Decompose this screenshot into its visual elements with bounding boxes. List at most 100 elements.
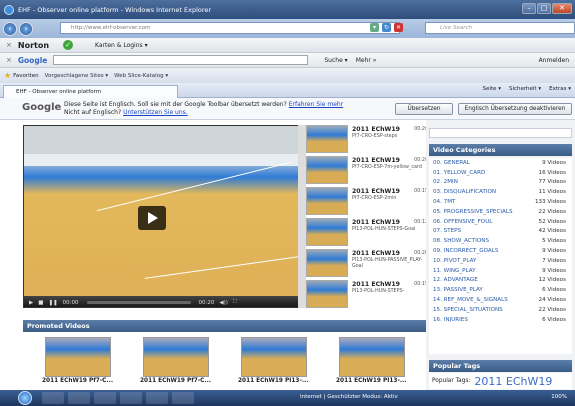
zoom-level[interactable]: 100% (551, 394, 567, 400)
minimize-button[interactable]: – (522, 3, 536, 14)
favorites-button[interactable]: Favoriten (13, 73, 38, 79)
star-icon[interactable]: ★ (4, 71, 11, 80)
category-item[interactable]: 16. INJURIES 6 Videos (429, 315, 572, 325)
taskbar-app[interactable] (146, 392, 168, 404)
category-name[interactable]: 04. 7MT (433, 199, 455, 205)
close-button[interactable]: ✕ (552, 3, 572, 14)
google-more-button[interactable]: Mehr » (356, 57, 377, 64)
refresh-icon[interactable]: ↻ (382, 23, 391, 32)
promoted-video[interactable]: 2011 EChW19 Pf7-C... (140, 337, 212, 384)
taskbar-app[interactable] (120, 392, 142, 404)
list-item[interactable]: 2011 EChW19 00:20 Pf7-CRO-ESP-7m-yellow_… (306, 156, 434, 186)
video-thumbnail[interactable] (339, 337, 405, 377)
taskbar-app[interactable] (172, 392, 194, 404)
category-name[interactable]: 11. WING_PLAY (433, 268, 476, 274)
category-name[interactable]: 00. GENERAL (433, 160, 470, 166)
stop-icon[interactable]: ✕ (394, 23, 403, 32)
taskbar-app[interactable] (94, 392, 116, 404)
category-name[interactable]: 13. PASSIVE_PLAY (433, 287, 483, 293)
category-name[interactable]: 06. OFFENSIVE_FOUL (433, 219, 492, 225)
category-name[interactable]: 12. ADVANTAGE (433, 277, 478, 283)
category-name[interactable]: 07. STEPS (433, 228, 461, 234)
category-item[interactable]: 08. SHOW_ACTIONS 5 Videos (429, 236, 572, 246)
address-input[interactable]: http://www.ehf-observer.com (60, 22, 400, 34)
translate-button[interactable]: Übersetzen (395, 103, 453, 115)
volume-icon[interactable]: ◀)) (219, 300, 228, 306)
category-item[interactable]: 01. YELLOW_CARD 16 Videos (429, 168, 572, 178)
category-item[interactable]: 07. STEPS 42 Videos (429, 227, 572, 237)
category-item[interactable]: 12. ADVANTAGE 12 Videos (429, 276, 572, 286)
tab-ehf-observer[interactable]: EHF - Observer online platform (3, 85, 178, 98)
norton-logo[interactable]: Norton (18, 41, 49, 50)
play-button[interactable] (138, 206, 166, 230)
promoted-video[interactable]: 2011 EChW19 PI13-... (336, 337, 408, 384)
category-name[interactable]: 16. INJURIES (433, 317, 468, 323)
taskbar-app[interactable] (68, 392, 90, 404)
list-item[interactable]: 2011 EChW19 00:15 PI13-POL-HUN-STEPS- (306, 280, 434, 308)
norton-cards-menu[interactable]: Karten & Logins ▾ (95, 42, 148, 49)
start-button[interactable] (18, 391, 32, 405)
category-item[interactable]: 15. SPECIAL_SITUATIONS 22 Videos (429, 305, 572, 315)
promoted-video[interactable]: 2011 EChW19 Pf7-C... (42, 337, 114, 384)
video-thumbnail[interactable] (45, 337, 111, 377)
category-item[interactable]: 05. PROGRESSIVE_SPECIALS 22 Videos (429, 207, 572, 217)
forward-button[interactable]: › (19, 21, 33, 36)
category-item[interactable]: 00. GENERAL 9 Videos (429, 158, 572, 168)
google-logo[interactable]: Google (18, 56, 48, 65)
fullscreen-icon[interactable]: ⛶ (233, 299, 237, 306)
maximize-button[interactable]: □ (537, 3, 551, 14)
category-name[interactable]: 05. PROGRESSIVE_SPECIALS (433, 209, 513, 215)
list-item[interactable]: 2011 EChW19 00:20 PI13-POL-HUN-PASSIVE_P… (306, 249, 434, 279)
google-search-button[interactable]: Suche ▾ (324, 57, 347, 64)
category-name[interactable]: 03. DISQUALIFICATION (433, 189, 496, 195)
video-thumbnail[interactable] (241, 337, 307, 377)
page-menu[interactable]: Seite ▾ (483, 86, 501, 92)
category-item[interactable]: 04. 7MT 133 Videos (429, 197, 572, 207)
video-thumbnail[interactable] (306, 125, 348, 153)
list-item[interactable]: 2011 EChW19 00:12 PI13-POL-HUN-STEPS-Goa… (306, 218, 434, 248)
category-item[interactable]: 10. PIVOT_PLAY 7 Videos (429, 256, 572, 266)
disable-translation-button[interactable]: Englisch Übersetzung deaktivieren (458, 103, 572, 115)
tag-link[interactable]: 2011 EChW19 (474, 375, 552, 388)
category-name[interactable]: 08. SHOW_ACTIONS (433, 238, 489, 244)
google-signin-link[interactable]: Anmelden (539, 57, 569, 64)
category-item[interactable]: 11. WING_PLAY 9 Videos (429, 266, 572, 276)
category-item[interactable]: 03. DISQUALIFICATION 11 Videos (429, 187, 572, 197)
norton-status-icon[interactable]: ✓ (63, 40, 74, 50)
category-item[interactable]: 09. INCORRECT_GOALS 9 Videos (429, 246, 572, 256)
google-search-input[interactable] (53, 55, 309, 65)
back-button[interactable]: ‹ (3, 21, 17, 36)
seek-bar[interactable] (86, 301, 191, 304)
sidebar-search-box[interactable] (429, 128, 572, 138)
video-thumbnail[interactable] (306, 280, 348, 308)
stop-icon[interactable]: ■ (38, 300, 43, 306)
support-link[interactable]: Unterstützen Sie uns. (123, 109, 188, 116)
video-thumbnail[interactable] (143, 337, 209, 377)
list-item[interactable]: 2011 EChW19 00:20 Pf7-CRO-ESP-steps (306, 125, 434, 155)
pause-icon[interactable]: ❚❚ (48, 300, 57, 306)
web-slice-link[interactable]: Web Slice-Katalog ▾ (114, 73, 168, 79)
live-search-input[interactable]: Live Search (425, 22, 575, 34)
suggested-sites-link[interactable]: Vorgeschlagene Sites ▾ (45, 73, 108, 79)
compat-icon[interactable]: ▾ (370, 23, 379, 32)
promoted-video[interactable]: 2011 EChW19 PI13-... (238, 337, 310, 384)
category-name[interactable]: 15. SPECIAL_SITUATIONS (433, 307, 503, 313)
list-item[interactable]: 2011 EChW19 00:15 Pf7-CRO-ESP-2min (306, 187, 434, 217)
category-name[interactable]: 01. YELLOW_CARD (433, 170, 485, 176)
category-name[interactable]: 14. REF_MOVE_&_SIGNALS (433, 297, 508, 303)
video-thumbnail[interactable] (306, 218, 348, 246)
tools-menu[interactable]: Extras ▾ (549, 86, 571, 92)
category-item[interactable]: 06. OFFENSIVE_FOUL 52 Videos (429, 217, 572, 227)
video-thumbnail[interactable] (306, 249, 348, 277)
video-player[interactable]: ▶ ■ ❚❚ 00:00 00:20 ◀)) ⛶ (23, 125, 301, 308)
category-name[interactable]: 10. PIVOT_PLAY (433, 258, 476, 264)
taskbar-app[interactable] (42, 392, 64, 404)
close-toolbar-icon[interactable]: × (6, 41, 12, 49)
category-item[interactable]: 02. 2MIN 77 Videos (429, 178, 572, 188)
category-name[interactable]: 09. INCORRECT_GOALS (433, 248, 498, 254)
category-name[interactable]: 02. 2MIN (433, 179, 458, 185)
category-item[interactable]: 13. PASSIVE_PLAY 6 Videos (429, 285, 572, 295)
category-item[interactable]: 14. REF_MOVE_&_SIGNALS 24 Videos (429, 295, 572, 305)
video-thumbnail[interactable] (306, 187, 348, 215)
video-thumbnail[interactable] (306, 156, 348, 184)
